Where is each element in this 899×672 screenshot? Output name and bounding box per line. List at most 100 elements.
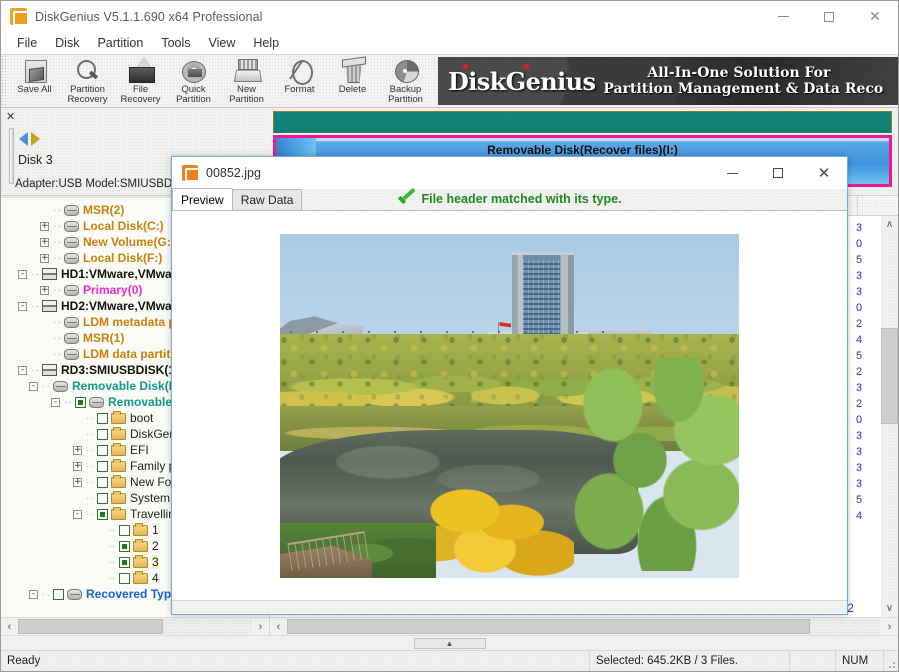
collapse-toggle-icon[interactable]: - <box>29 590 38 599</box>
disk-nav-arrows <box>19 132 40 146</box>
tree-item-checkbox[interactable] <box>97 461 108 472</box>
file-list-hscroll-track[interactable] <box>287 619 881 634</box>
drive-icon <box>64 317 79 328</box>
tree-item-label: 3 <box>152 555 159 569</box>
tree-connector: ·· <box>106 525 119 536</box>
tree-scroll-track[interactable] <box>18 619 252 634</box>
expand-toggle-icon[interactable]: + <box>40 222 49 231</box>
collapse-toggle-icon[interactable]: - <box>18 366 27 375</box>
file-list-hscroll-thumb[interactable] <box>287 619 810 634</box>
tree-item-label: Local Disk(C:) <box>83 219 164 233</box>
expand-toggle-icon[interactable]: + <box>73 478 82 487</box>
toolbar-backup-partition-button[interactable]: Backup Partition <box>379 55 432 107</box>
tree-item-checkbox[interactable] <box>53 589 64 600</box>
tree-item-checkbox[interactable] <box>75 397 86 408</box>
preview-minimize-button[interactable] <box>709 157 755 189</box>
tree-indent-spacer <box>73 430 82 439</box>
file-preview-dialog: 00852.jpg ✕ Preview Raw Data File header… <box>171 156 848 615</box>
splitter-collapse-handle[interactable]: ▲ <box>414 638 486 649</box>
toolbar-delete-button[interactable]: Delete <box>326 55 379 107</box>
file-list-scroll-thumb[interactable] <box>881 328 898 423</box>
drive-icon <box>64 333 79 344</box>
folder-icon <box>111 413 126 424</box>
tree-scroll-left-button[interactable]: ‹ <box>1 618 18 635</box>
toolbar-save-all-button[interactable]: Save All <box>8 55 61 107</box>
menu-item-partition[interactable]: Partition <box>88 34 152 52</box>
tree-item-checkbox[interactable] <box>119 541 130 552</box>
toolbar-format-button[interactable]: Format <box>273 55 326 107</box>
tree-scroll-right-button[interactable]: › <box>252 618 269 635</box>
tree-item-checkbox[interactable] <box>119 557 130 568</box>
expand-toggle-icon[interactable]: + <box>73 446 82 455</box>
file-list-scroll-track[interactable] <box>881 233 898 600</box>
file-list-vertical-scrollbar[interactable]: ∧ ∨ <box>881 216 898 617</box>
preview-maximize-button[interactable] <box>755 157 801 189</box>
tree-item-checkbox[interactable] <box>97 413 108 424</box>
tree-item-label: EFI <box>130 443 149 457</box>
preview-dialog-title: 00852.jpg <box>206 166 261 180</box>
expand-toggle-icon[interactable]: + <box>40 286 49 295</box>
toolbar-partition-recovery-button[interactable]: Partition Recovery <box>61 55 114 107</box>
tree-item-checkbox[interactable] <box>97 477 108 488</box>
tree-item-label: Primary(0) <box>83 283 142 297</box>
menu-item-help[interactable]: Help <box>244 34 288 52</box>
file-list-scroll-left-button[interactable]: ‹ <box>270 618 287 635</box>
date-fragment: 0 <box>856 236 876 252</box>
file-list-col-extra[interactable] <box>858 196 898 215</box>
tree-horizontal-scrollbar[interactable]: ‹ › <box>1 617 269 635</box>
next-disk-arrow-icon[interactable] <box>31 132 40 146</box>
tree-item-checkbox[interactable] <box>97 429 108 440</box>
tree-indent-spacer <box>95 574 104 583</box>
tab-raw-data[interactable]: Raw Data <box>232 189 303 210</box>
tree-indent-spacer <box>73 494 82 503</box>
expand-toggle-icon[interactable]: + <box>73 462 82 471</box>
window-close-button[interactable]: ✕ <box>852 1 898 32</box>
folder-icon <box>133 525 148 536</box>
preview-close-button[interactable]: ✕ <box>801 157 847 189</box>
toolbar-file-recovery-button[interactable]: File Recovery <box>114 55 167 107</box>
new-partition-icon <box>233 58 261 84</box>
preview-dialog-footer <box>172 600 847 614</box>
panel-grip[interactable] <box>9 128 14 184</box>
tree-item-checkbox[interactable] <box>119 573 130 584</box>
tree-scroll-thumb[interactable] <box>18 619 163 634</box>
tree-item-checkbox[interactable] <box>97 493 108 504</box>
backup-partition-icon <box>392 58 420 84</box>
collapse-toggle-icon[interactable]: - <box>18 302 27 311</box>
menu-item-view[interactable]: View <box>200 34 245 52</box>
tree-connector: ·· <box>51 349 64 360</box>
file-list-scroll-up-button[interactable]: ∧ <box>881 216 898 233</box>
menu-item-disk[interactable]: Disk <box>46 34 88 52</box>
toolbar-quick-partition-button[interactable]: Quick Partition <box>167 55 220 107</box>
file-list-scroll-down-button[interactable]: ∨ <box>881 600 898 617</box>
collapse-toggle-icon[interactable]: - <box>51 398 60 407</box>
date-fragment: 3 <box>856 444 876 460</box>
status-resize-grip[interactable] <box>884 651 898 671</box>
window-minimize-button[interactable] <box>760 1 806 32</box>
collapse-toggle-icon[interactable]: - <box>29 382 38 391</box>
file-list-scroll-right-button[interactable]: › <box>881 618 898 635</box>
collapse-toggle-icon[interactable]: - <box>73 510 82 519</box>
menu-item-file[interactable]: File <box>8 34 46 52</box>
tree-item-checkbox[interactable] <box>97 509 108 520</box>
expand-toggle-icon[interactable]: + <box>40 238 49 247</box>
banner-tagline-line1: All-In-One Solution For <box>603 65 883 81</box>
banner-tagline-line2: Partition Management & Data Reco <box>603 81 883 97</box>
file-list-horizontal-scrollbar[interactable]: ‹ › <box>270 617 898 635</box>
window-maximize-button[interactable] <box>806 1 852 32</box>
tree-item-checkbox[interactable] <box>119 525 130 536</box>
tab-preview[interactable]: Preview <box>172 188 233 210</box>
prev-disk-arrow-icon[interactable] <box>19 132 28 146</box>
toolbar-new-partition-button[interactable]: New Partition <box>220 55 273 107</box>
drive-icon <box>64 253 79 264</box>
menu-item-tools[interactable]: Tools <box>152 34 199 52</box>
collapse-toggle-icon[interactable]: - <box>18 270 27 279</box>
bottom-splitter[interactable]: ▲ <box>1 635 898 650</box>
tree-item-label: Removable Disk(R <box>72 379 177 393</box>
disk-map-header-bar <box>273 111 892 133</box>
date-fragment: 3 <box>856 476 876 492</box>
close-disk-panel-icon[interactable]: ✕ <box>6 110 15 123</box>
toolbar-grip[interactable] <box>1 55 8 107</box>
expand-toggle-icon[interactable]: + <box>40 254 49 263</box>
tree-item-checkbox[interactable] <box>97 445 108 456</box>
